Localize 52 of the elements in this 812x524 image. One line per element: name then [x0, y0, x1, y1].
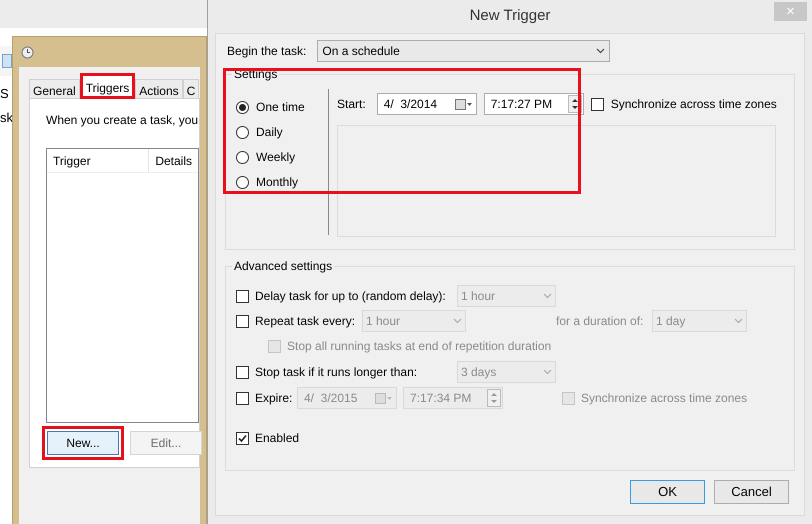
duration-label: for a duration of:	[556, 314, 644, 328]
calendar-icon	[454, 98, 473, 110]
option-label: Synchronize across time zones	[581, 390, 748, 407]
begin-label: Begin the task:	[227, 43, 306, 60]
cancel-button[interactable]: Cancel	[714, 480, 789, 504]
clock-icon	[21, 46, 34, 58]
option-label: Enabled	[255, 430, 300, 447]
calendar-icon	[375, 392, 393, 404]
ok-button[interactable]: OK	[630, 480, 705, 504]
checkbox[interactable]	[236, 290, 249, 302]
radio-button[interactable]	[236, 126, 249, 138]
checkbox[interactable]	[590, 98, 604, 110]
window-title: New Trigger	[470, 6, 550, 26]
group-legend: Advanced settings	[232, 259, 334, 273]
chevron-down-icon	[453, 318, 462, 324]
start-label: Start:	[337, 96, 366, 113]
radio-button[interactable]	[236, 176, 249, 188]
toolbar-icon	[2, 54, 12, 68]
checkbox[interactable]	[236, 432, 249, 444]
chevron-down-icon	[543, 293, 552, 299]
radio-label: One time	[256, 99, 305, 116]
tab[interactable]: Actions	[135, 79, 183, 99]
option-label: Stop all running tasks at end of repetition duration	[287, 338, 552, 355]
time-field[interactable]: 7:17:27 PM	[484, 93, 584, 115]
column-header[interactable]: Trigger	[47, 149, 150, 172]
radio-button[interactable]	[236, 100, 249, 114]
tab[interactable]: General	[29, 79, 80, 99]
chevron-down-icon	[543, 369, 552, 375]
tab[interactable]: Triggers	[80, 73, 136, 99]
option-label: Synchronize across time zones	[610, 96, 777, 113]
chevron-down-icon	[596, 48, 606, 54]
option-label: Stop task if it runs longer than:	[255, 364, 418, 381]
chevron-down-icon	[734, 318, 743, 324]
option-label: Repeat task every:	[255, 313, 356, 330]
begin-dropdown[interactable]: On a schedule	[317, 40, 610, 62]
option-label: Expire:	[255, 390, 292, 407]
radio-label: Daily	[256, 124, 283, 141]
new-button[interactable]: New...	[47, 431, 119, 455]
checkbox[interactable]	[236, 314, 249, 328]
checkbox[interactable]	[236, 392, 249, 404]
checkbox[interactable]	[236, 366, 249, 378]
description-text: When you create a task, you	[46, 112, 198, 129]
date-field[interactable]: 4/ 3/2014	[376, 93, 477, 115]
option-label: Delay task for up to (random delay):	[255, 288, 446, 305]
radio-label: Monthly	[256, 174, 298, 191]
column-header[interactable]: Details	[149, 149, 198, 172]
tree-item[interactable]: sk	[0, 108, 13, 127]
tree-item[interactable]: S	[0, 84, 9, 104]
radio-label: Weekly	[256, 149, 296, 166]
radio-button[interactable]	[236, 150, 249, 164]
spinner-icon	[487, 389, 501, 407]
tab[interactable]: C	[182, 79, 200, 99]
